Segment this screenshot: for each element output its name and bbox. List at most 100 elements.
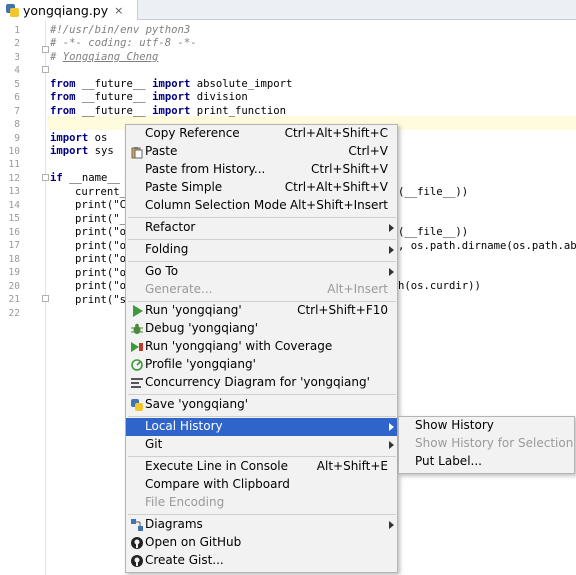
github-icon	[130, 554, 144, 568]
menu-item-compare-clipboard[interactable]: Compare with Clipboard	[126, 476, 397, 494]
submenu-item-show-history-for-selection: Show History for Selection	[399, 435, 574, 453]
menu-item-execute-line[interactable]: Execute Line in Console Alt+Shift+E	[126, 458, 397, 476]
comment-text: #!/usr/bin/env python3	[50, 24, 191, 36]
menu-item-run[interactable]: Run 'yongqiang' Ctrl+Shift+F10	[126, 302, 397, 320]
menu-item-local-history[interactable]: Local History	[126, 418, 397, 436]
code-line-12[interactable]: if __name__	[50, 172, 120, 185]
code-line-1[interactable]: #!/usr/bin/env python3	[50, 24, 190, 37]
code-fragment[interactable]: , os.path.dirname(os.path.ab	[398, 240, 576, 253]
code-line-15[interactable]: print("_	[75, 213, 126, 226]
code-line-9[interactable]: import os	[50, 132, 107, 145]
menu-item-paste-simple[interactable]: Paste Simple Ctrl+Alt+Shift+V	[126, 179, 397, 197]
menu-item-paste-from-history[interactable]: Paste from History... Ctrl+Shift+V	[126, 161, 397, 179]
menu-item-file-encoding: File Encoding	[126, 494, 397, 512]
menu-item-diagrams[interactable]: Diagrams	[126, 516, 397, 534]
fold-marker-icon[interactable]	[42, 174, 49, 181]
fold-marker-icon[interactable]	[42, 46, 49, 53]
keyword: from	[50, 91, 76, 103]
line-number: 7	[14, 106, 20, 117]
code-line-10[interactable]: import sys	[50, 145, 114, 158]
module-name: os	[88, 132, 108, 144]
menu-item-create-gist[interactable]: Create Gist...	[126, 552, 397, 570]
line-number: 1	[14, 25, 20, 36]
menu-item-label: Create Gist...	[145, 553, 224, 567]
menu-item-label: Run 'yongqiang'	[145, 303, 242, 317]
code-line-13[interactable]: current_	[75, 186, 126, 199]
comment-text: # -*- coding: utf-8 -*-	[50, 37, 197, 49]
code-line-5[interactable]: from __future__ import absolute_import	[50, 78, 292, 91]
submenu-arrow-icon	[389, 224, 394, 232]
menu-item-generate: Generate... Alt+Insert	[126, 281, 397, 299]
line-number: 2	[14, 38, 20, 49]
menu-item-label: Execute Line in Console	[145, 459, 289, 473]
line-number: 22	[8, 308, 20, 319]
file-tab[interactable]: yongqiang.py ×	[0, 0, 138, 20]
debug-bug-icon	[130, 322, 144, 336]
code-fragment[interactable]: h(os.curdir))	[398, 280, 481, 293]
code-fragment[interactable]: (__file__))	[398, 226, 468, 239]
menu-separator	[128, 416, 396, 417]
keyword: if	[50, 172, 63, 184]
menu-item-label: Profile 'yongqiang'	[145, 357, 256, 371]
module-name: __future__	[75, 91, 153, 103]
code-line-19[interactable]: print("o	[75, 267, 126, 280]
line-number: 21	[8, 294, 20, 305]
code-line-7[interactable]: from __future__ import print_function	[50, 105, 286, 118]
code-line-16[interactable]: print("o	[75, 226, 126, 239]
menu-item-copy-reference[interactable]: Copy Reference Ctrl+Alt+Shift+C	[126, 125, 397, 143]
menu-item-label: Copy Reference	[145, 126, 240, 140]
code-line-6[interactable]: from __future__ import division	[50, 91, 248, 104]
keyword: import	[50, 145, 89, 157]
line-number: 8	[14, 119, 20, 130]
menu-item-label: Concurrency Diagram for 'yongqiang'	[145, 375, 370, 389]
python-file-icon	[6, 3, 19, 17]
menu-item-go-to[interactable]: Go To	[126, 263, 397, 281]
line-number: 4	[14, 65, 20, 76]
menu-item-label: Refactor	[145, 220, 196, 234]
menu-item-label: Folding	[145, 242, 189, 256]
submenu-item-show-history[interactable]: Show History	[399, 417, 574, 435]
menu-item-shortcut: Ctrl+Alt+Shift+C	[284, 126, 388, 140]
paste-icon	[130, 145, 144, 159]
code-line-18[interactable]: print("o	[75, 253, 126, 266]
menu-item-debug[interactable]: Debug 'yongqiang'	[126, 320, 397, 338]
menu-item-paste[interactable]: Paste Ctrl+V	[126, 143, 397, 161]
menu-item-git[interactable]: Git	[126, 436, 397, 454]
submenu-item-put-label[interactable]: Put Label...	[399, 453, 574, 471]
code-line-14[interactable]: print("C	[75, 199, 126, 212]
line-number: 14	[8, 200, 20, 211]
menu-item-column-selection-mode[interactable]: Column Selection Mode Alt+Shift+Insert	[126, 197, 397, 215]
submenu-arrow-icon	[389, 268, 394, 276]
code-line-2[interactable]: # -*- coding: utf-8 -*-	[50, 37, 197, 50]
run-icon	[130, 304, 144, 318]
import-name: absolute_import	[190, 78, 293, 90]
code-line-3[interactable]: # Yongqiang Cheng	[50, 51, 158, 64]
code-fragment[interactable]: (__file__))	[398, 186, 468, 199]
menu-item-folding[interactable]: Folding	[126, 241, 397, 259]
menu-separator	[128, 514, 396, 515]
line-number: 6	[14, 92, 20, 103]
close-tab-icon[interactable]: ×	[114, 4, 123, 17]
menu-item-refactor[interactable]: Refactor	[126, 219, 397, 237]
code-line-17[interactable]: print("o	[75, 240, 126, 253]
module-name: __future__	[75, 78, 153, 90]
menu-item-run-with-coverage[interactable]: Run 'yongqiang' with Coverage	[126, 338, 397, 356]
menu-item-profile[interactable]: Profile 'yongqiang'	[126, 356, 397, 374]
menu-item-concurrency-diagram[interactable]: Concurrency Diagram for 'yongqiang'	[126, 374, 397, 392]
line-number: 10	[8, 146, 20, 157]
fold-marker-icon[interactable]	[42, 66, 49, 73]
module-name: __future__	[75, 105, 153, 117]
menu-item-shortcut: Ctrl+Shift+V	[311, 162, 388, 176]
code-line-21[interactable]: print("s	[75, 294, 126, 307]
line-number: 5	[14, 79, 20, 90]
menu-item-label: Put Label...	[415, 454, 482, 468]
code-line-20[interactable]: print("o	[75, 280, 126, 293]
menu-item-shortcut: Ctrl+Alt+Shift+V	[284, 180, 388, 194]
menu-item-save[interactable]: Save 'yongqiang'	[126, 396, 397, 414]
line-number: 16	[8, 227, 20, 238]
menu-item-label: Local History	[145, 419, 223, 433]
line-number: 12	[8, 173, 20, 184]
keyword: import	[152, 91, 191, 103]
menu-item-open-on-github[interactable]: Open on GitHub	[126, 534, 397, 552]
fold-marker-icon[interactable]	[42, 295, 49, 302]
